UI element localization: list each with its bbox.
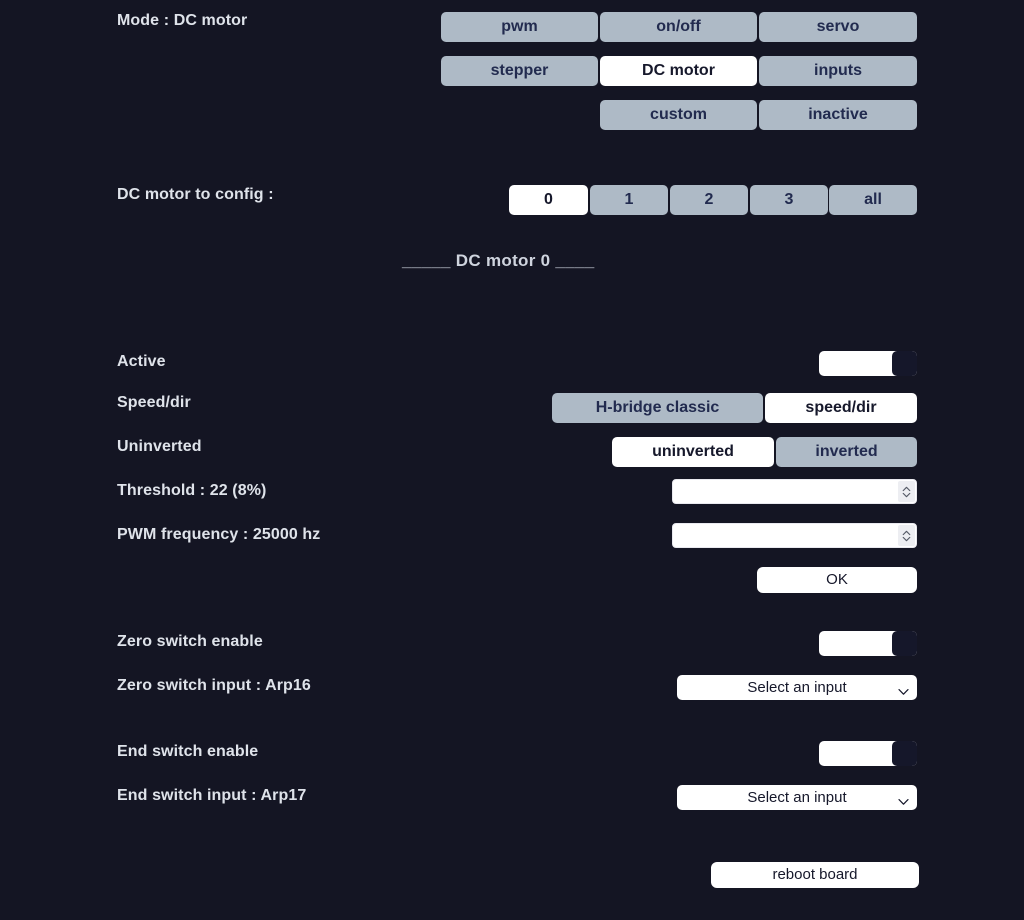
zero-switch-enable-toggle-knob <box>892 631 917 656</box>
mode-button-custom[interactable]: custom <box>600 100 757 130</box>
pwm-frequency-spinner[interactable] <box>672 523 917 548</box>
motor-index-button-all[interactable]: all <box>829 185 917 215</box>
speed-dir-button-h-bridge-classic[interactable]: H-bridge classic <box>552 393 763 423</box>
threshold-label: Threshold : 22 (8%) <box>117 482 267 499</box>
motor-index-button-0[interactable]: 0 <box>509 185 588 215</box>
motor-index-button-1[interactable]: 1 <box>590 185 668 215</box>
chevron-down-icon <box>898 793 909 811</box>
end-switch-input-select[interactable]: Select an input <box>677 785 917 810</box>
zero-switch-input-select-value: Select an input <box>747 679 847 696</box>
motor-index-button-3[interactable]: 3 <box>750 185 828 215</box>
pwm-frequency-label: PWM frequency : 25000 hz <box>117 526 321 543</box>
zero-switch-enable-label: Zero switch enable <box>117 633 263 650</box>
zero-switch-input-label: Zero switch input : Arp16 <box>117 677 311 694</box>
mode-button-inactive[interactable]: inactive <box>759 100 917 130</box>
threshold-spinner[interactable] <box>672 479 917 504</box>
active-label: Active <box>117 353 166 370</box>
threshold-spinner-arrows[interactable] <box>898 481 915 502</box>
end-switch-input-select-value: Select an input <box>747 789 847 806</box>
inverted-button-uninverted[interactable]: uninverted <box>612 437 774 467</box>
motor-index-button-2[interactable]: 2 <box>670 185 748 215</box>
ok-button[interactable]: OK <box>757 567 917 593</box>
pwm-frequency-spinner-arrows[interactable] <box>898 525 915 546</box>
speed-dir-label: Speed/dir <box>117 394 191 411</box>
reboot-board-button[interactable]: reboot board <box>711 862 919 888</box>
mode-button-inputs[interactable]: inputs <box>759 56 917 86</box>
active-toggle-knob <box>892 351 917 376</box>
mode-button-stepper[interactable]: stepper <box>441 56 598 86</box>
end-switch-enable-label: End switch enable <box>117 743 259 760</box>
inverted-button-inverted[interactable]: inverted <box>776 437 917 467</box>
end-switch-input-label: End switch input : Arp17 <box>117 787 307 804</box>
mode-button-servo[interactable]: servo <box>759 12 917 42</box>
speed-dir-button-speed-dir[interactable]: speed/dir <box>765 393 917 423</box>
mode-label: Mode : DC motor <box>117 12 248 29</box>
motor-to-config-label: DC motor to config : <box>117 186 274 203</box>
mode-button-pwm[interactable]: pwm <box>441 12 598 42</box>
inverted-label: Uninverted <box>117 438 202 455</box>
threshold-input[interactable] <box>673 480 893 503</box>
end-switch-enable-toggle[interactable] <box>819 741 917 766</box>
chevron-down-icon <box>898 683 909 701</box>
zero-switch-input-select[interactable]: Select an input <box>677 675 917 700</box>
mode-button-dc-motor[interactable]: DC motor <box>600 56 757 86</box>
zero-switch-enable-toggle[interactable] <box>819 631 917 656</box>
pwm-frequency-input[interactable] <box>673 524 893 547</box>
active-toggle[interactable] <box>819 351 917 376</box>
end-switch-enable-toggle-knob <box>892 741 917 766</box>
mode-button-onoff[interactable]: on/off <box>600 12 757 42</box>
section-title-dc-motor: _____ DC motor 0 ____ <box>402 251 595 270</box>
